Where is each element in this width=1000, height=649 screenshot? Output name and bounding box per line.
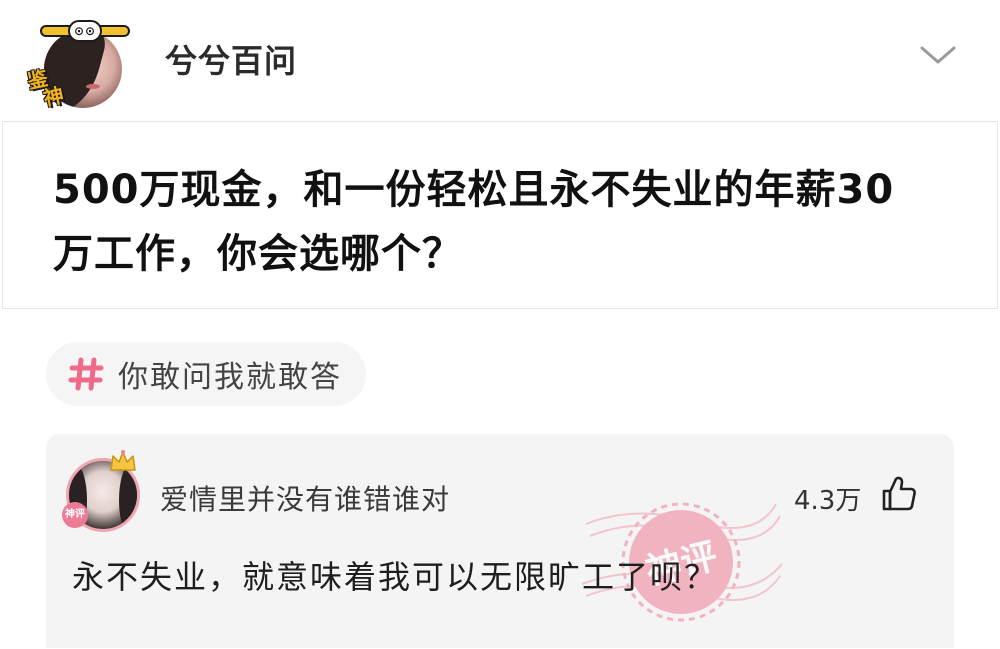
- headband-decoration: ⊙⊙: [40, 20, 130, 42]
- author-name[interactable]: 兮兮百问: [165, 36, 297, 82]
- crown-icon: [110, 450, 136, 471]
- post-header: ⊙⊙ 鉴 神 兮兮百问: [0, 0, 1000, 120]
- headband-eyes-icon: ⊙⊙: [68, 20, 102, 42]
- thumbs-up-icon[interactable]: [878, 474, 918, 514]
- question-title: 500万现金，和一份轻松且永不失业的年薪30万工作，你会选哪个？: [53, 167, 895, 277]
- jianshen-badge: 鉴 神: [25, 61, 86, 117]
- commenter-name[interactable]: 爱情里并没有谁错谁对: [160, 478, 450, 518]
- post-page: ⊙⊙ 鉴 神 兮兮百问 500万现金，和一份轻松且永不失业的年薪30万工作，你会…: [0, 0, 1000, 649]
- topic-tag[interactable]: 你敢问我就敢答: [46, 342, 366, 406]
- author-avatar-group[interactable]: ⊙⊙ 鉴 神: [25, 12, 140, 112]
- hash-icon: [68, 357, 104, 391]
- avatar-seal-badge: 神评: [62, 502, 88, 528]
- chevron-down-icon[interactable]: [918, 40, 958, 70]
- avatar-lips: [86, 84, 100, 89]
- badge-char-2: 神: [41, 82, 66, 111]
- question-card[interactable]: 500万现金，和一份轻松且永不失业的年薪30万工作，你会选哪个？: [2, 121, 998, 309]
- top-comment-card[interactable]: 神评 神评 爱情里并没有谁错谁对 4.3万 永不失业，就意味着我可以无限旷工了呗…: [46, 434, 954, 648]
- comment-text: 永不失业，就意味着我可以无限旷工了呗？: [72, 558, 719, 596]
- avatar-hair-right: [119, 465, 137, 529]
- like-count: 4.3万: [794, 486, 862, 516]
- topic-label: 你敢问我就敢答: [118, 360, 342, 395]
